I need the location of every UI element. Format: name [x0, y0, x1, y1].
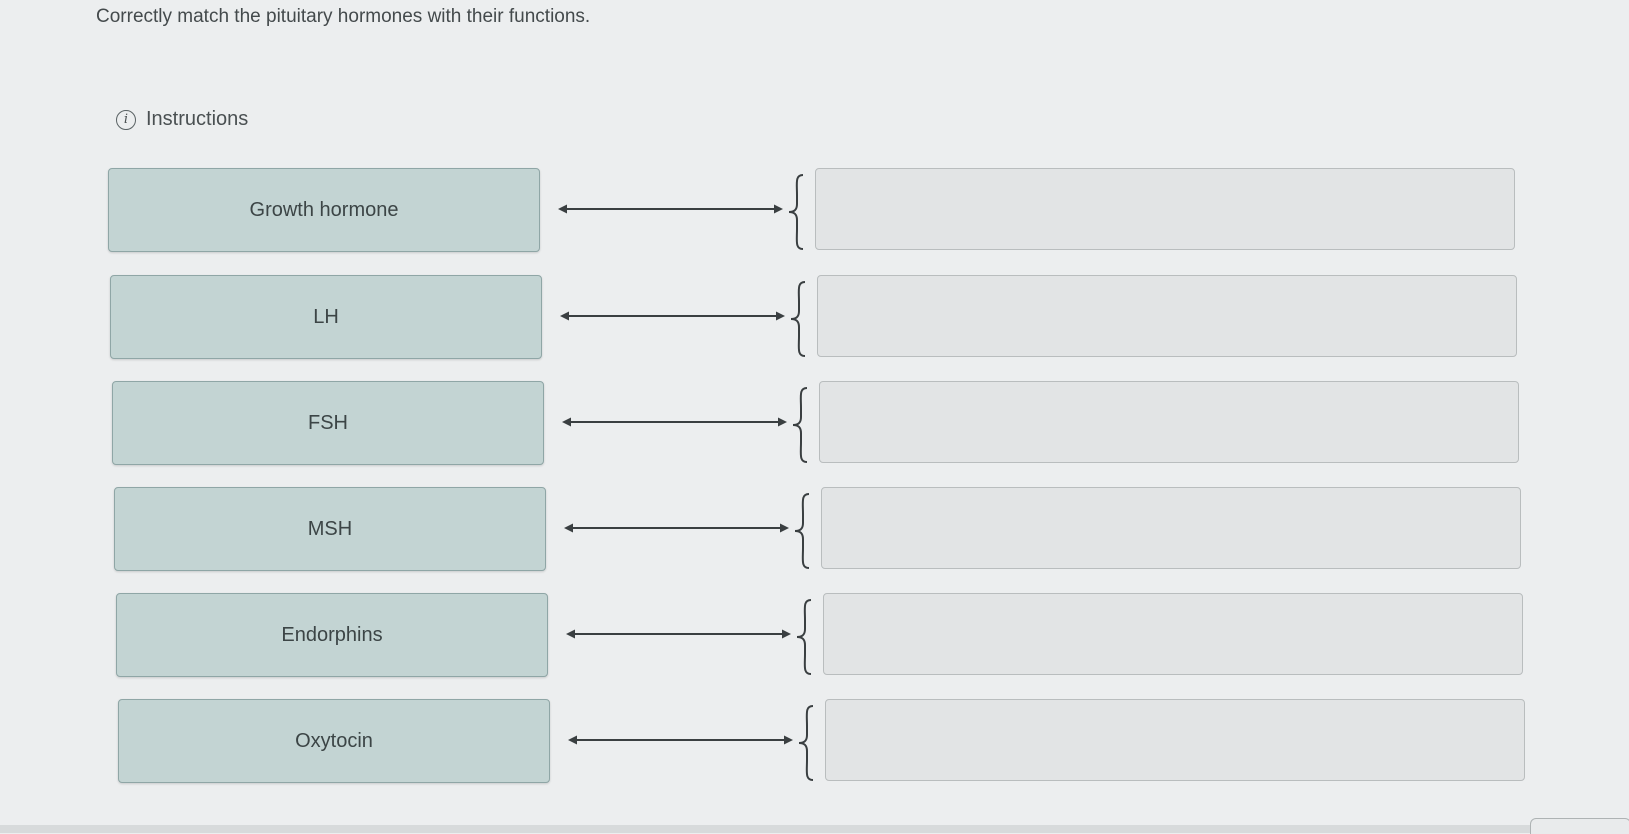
double-arrow-icon	[564, 523, 789, 533]
footer-button[interactable]	[1530, 818, 1629, 834]
hormone-label: LH	[313, 305, 339, 328]
hormone-label: FSH	[308, 411, 348, 434]
brace-icon	[790, 281, 806, 357]
double-arrow-icon	[562, 417, 787, 427]
hormone-card-growth-hormone[interactable]: Growth hormone	[108, 168, 540, 252]
brace-icon	[796, 599, 812, 675]
brace-icon	[788, 174, 804, 250]
double-arrow-icon	[566, 629, 791, 639]
brace-icon	[798, 705, 814, 781]
drop-zone[interactable]	[819, 381, 1519, 463]
hormone-label: Endorphins	[281, 623, 383, 646]
hormone-card-endorphins[interactable]: Endorphins	[116, 593, 548, 677]
drop-zone[interactable]	[817, 275, 1517, 357]
brace-icon	[794, 493, 810, 569]
hormone-card-oxytocin[interactable]: Oxytocin	[118, 699, 550, 783]
hormone-label: Growth hormone	[249, 198, 399, 221]
drop-zone[interactable]	[825, 699, 1525, 781]
hormone-label: Oxytocin	[295, 729, 373, 752]
hormone-label: MSH	[307, 517, 353, 540]
footer-divider	[0, 825, 1629, 833]
hormone-card-lh[interactable]: LH	[110, 275, 542, 359]
double-arrow-icon	[560, 311, 785, 321]
brace-icon	[792, 387, 808, 463]
hormone-card-msh[interactable]: MSH	[114, 487, 546, 571]
drop-zone[interactable]	[823, 593, 1523, 675]
double-arrow-icon	[558, 204, 783, 214]
match-list: Growth hormone LH FSH MSH Endorphins Oxy…	[0, 0, 1629, 833]
drop-zone[interactable]	[815, 168, 1515, 250]
double-arrow-icon	[568, 735, 793, 745]
hormone-card-fsh[interactable]: FSH	[112, 381, 544, 465]
drop-zone[interactable]	[821, 487, 1521, 569]
